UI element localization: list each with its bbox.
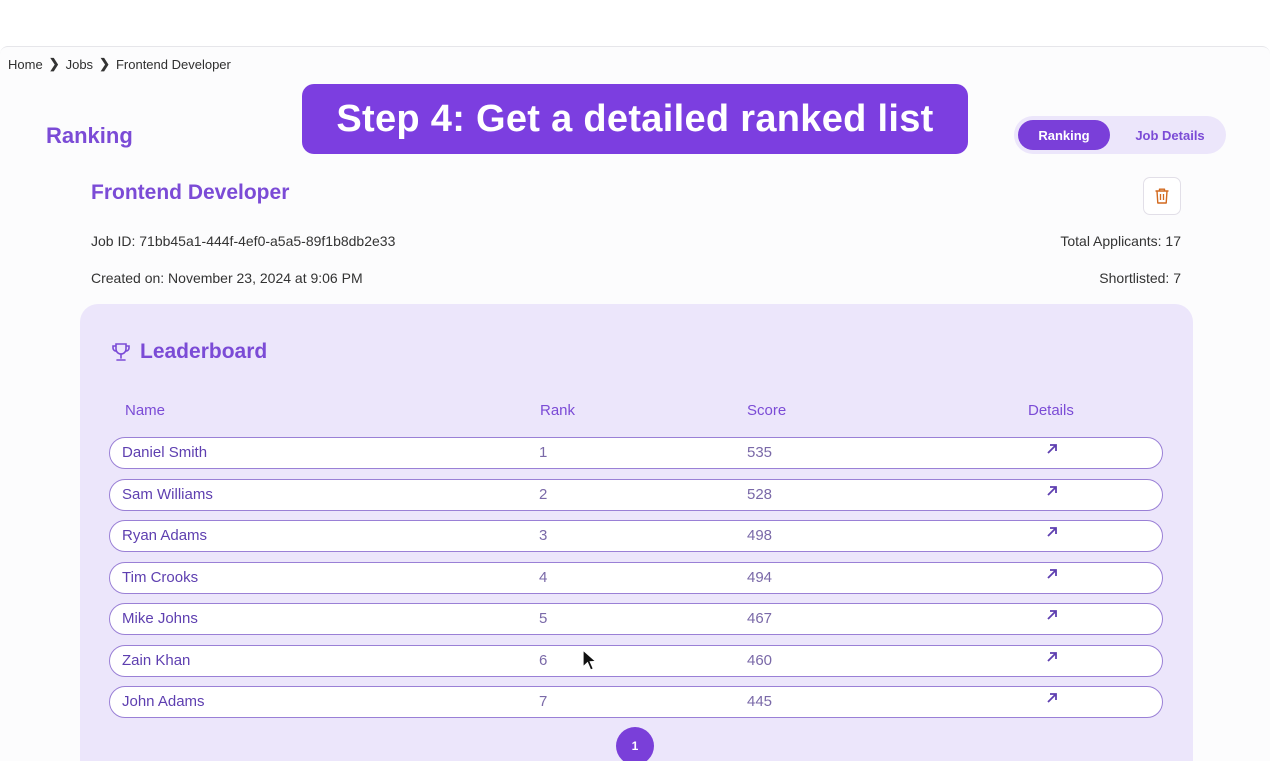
- column-header-rank: Rank: [540, 402, 576, 419]
- job-title: Frontend Developer: [91, 181, 290, 204]
- arrow-up-right-icon: [1047, 651, 1057, 662]
- applicant-name: Mike Johns: [122, 610, 198, 627]
- table-row: Ryan Adams 3 498: [109, 520, 1163, 552]
- applicant-score: 528: [747, 485, 773, 503]
- breadcrumb-jobs[interactable]: Jobs: [66, 57, 93, 72]
- applicant-name: John Adams: [122, 693, 205, 710]
- applicant-score: 460: [747, 651, 773, 669]
- breadcrumb-current: Frontend Developer: [115, 56, 231, 72]
- details-button[interactable]: [1045, 484, 1059, 502]
- table-row: Mike Johns 5 467: [109, 603, 1163, 635]
- shortlisted-count: Shortlisted: 7: [1099, 270, 1181, 286]
- table-row: Sam Williams 2 528: [109, 478, 1163, 511]
- applicant-rank: 6: [539, 651, 548, 669]
- mouse-pointer-icon: [582, 649, 598, 671]
- arrow-up-right-icon: [1047, 693, 1057, 703]
- applicant-rank: 5: [539, 610, 548, 627]
- table-row: Tim Crooks 4 494: [109, 561, 1163, 594]
- job-created: Created on: November 23, 2024 at 9:06 PM: [91, 270, 363, 286]
- applicant-name: Sam Williams: [122, 485, 213, 503]
- applicant-score: 467: [747, 610, 773, 627]
- applicant-rank: 4: [539, 568, 548, 586]
- applicant-rank: 7: [539, 693, 548, 710]
- page-title: Ranking: [46, 123, 133, 148]
- applicant-name: Tim Crooks: [122, 568, 199, 586]
- tab-ranking[interactable]: Ranking: [1018, 120, 1110, 150]
- column-header-score: Score: [747, 402, 787, 419]
- app-window: Home ❯ Jobs ❯ Frontend Developer Ranking…: [0, 46, 1270, 761]
- chevron-right-icon: ❯: [99, 56, 110, 71]
- applicant-rank: 1: [539, 444, 548, 461]
- step-banner: Step 4: Get a detailed ranked list: [302, 84, 968, 154]
- applicant-name: Ryan Adams: [122, 527, 208, 544]
- arrow-up-right-icon: [1047, 527, 1057, 537]
- details-button[interactable]: [1045, 567, 1059, 585]
- applicant-name: Daniel Smith: [122, 444, 208, 461]
- breadcrumb-home[interactable]: Home: [8, 57, 43, 72]
- tab-job-details[interactable]: Job Details: [1118, 120, 1222, 150]
- details-button[interactable]: [1045, 691, 1059, 709]
- applicant-score: 494: [747, 568, 773, 586]
- arrow-up-right-icon: [1047, 485, 1057, 496]
- table-row: John Adams 7 445: [109, 686, 1163, 718]
- delete-job-button[interactable]: [1143, 177, 1181, 215]
- arrow-up-right-icon: [1047, 610, 1057, 620]
- trophy-icon: [112, 343, 130, 361]
- applicant-rank: 3: [539, 527, 548, 544]
- job-id: Job ID: 71bb45a1-444f-4ef0-a5a5-89f1b8db…: [91, 233, 396, 249]
- leaderboard-title-text: Leaderboard: [140, 340, 268, 363]
- applicant-score: 498: [747, 527, 773, 544]
- table-row: Daniel Smith 1 535: [109, 437, 1163, 469]
- arrow-up-right-icon: [1047, 444, 1057, 454]
- leaderboard-panel: Leaderboard Name Rank Score Details Dani…: [80, 304, 1193, 761]
- applicant-rank: 2: [539, 485, 548, 503]
- pagination-page-button[interactable]: 1: [616, 727, 654, 761]
- column-header-details: Details: [1028, 402, 1074, 419]
- trash-icon: [1155, 188, 1169, 204]
- applicant-name: Zain Khan: [122, 651, 191, 669]
- total-applicants: Total Applicants: 17: [1060, 233, 1181, 249]
- details-button[interactable]: [1045, 442, 1059, 460]
- leaderboard-table: Daniel Smith 1 535 Sam Williams 2 528 Ry…: [109, 437, 1163, 728]
- details-button[interactable]: [1045, 650, 1059, 668]
- applicant-score: 535: [747, 444, 773, 461]
- column-header-name: Name: [125, 402, 166, 419]
- chevron-right-icon: ❯: [48, 56, 60, 71]
- applicant-score: 445: [747, 693, 773, 710]
- details-button[interactable]: [1045, 608, 1059, 626]
- arrow-up-right-icon: [1047, 568, 1057, 579]
- table-row: Zain Khan 6 460: [109, 644, 1163, 677]
- view-toggle: Ranking Job Details: [1014, 116, 1226, 154]
- breadcrumb: Home ❯ Jobs ❯ Frontend Developer: [8, 56, 231, 72]
- leaderboard-title: Leaderboard: [110, 340, 267, 364]
- details-button[interactable]: [1045, 525, 1059, 543]
